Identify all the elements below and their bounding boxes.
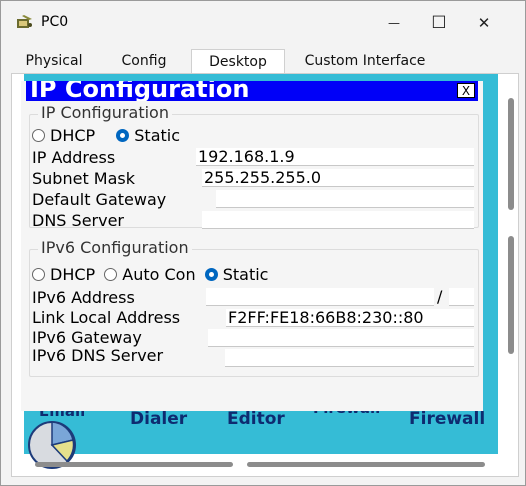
subnet-mask-label: Subnet Mask bbox=[32, 169, 136, 188]
ipv4-dhcp-radio[interactable] bbox=[32, 129, 45, 142]
close-button[interactable]: ✕ bbox=[461, 9, 507, 37]
ipv4-static-label: Static bbox=[134, 126, 181, 145]
ip-configuration-dialog: IP Configuration X IP Configuration DHCP… bbox=[21, 81, 483, 411]
ipv6-prefix-separator: / bbox=[437, 287, 443, 306]
minimize-button[interactable]: — bbox=[371, 9, 417, 37]
ipv6-dns-server-label: IPv6 DNS Server bbox=[32, 346, 164, 365]
window-title: PC0 bbox=[41, 14, 69, 30]
ipv6-dhcp-label: DHCP bbox=[50, 265, 96, 284]
minimize-icon: — bbox=[388, 16, 400, 30]
tab-desktop[interactable]: Desktop bbox=[191, 49, 285, 74]
ipv6-mode-radio-group: DHCP Auto Con Static bbox=[32, 265, 268, 284]
ipv6-address-label: IPv6 Address bbox=[32, 288, 135, 307]
ipv6-dhcp-radio[interactable] bbox=[32, 268, 45, 281]
ipv6-dhcp-option[interactable]: DHCP bbox=[32, 265, 95, 284]
ipv4-group-label: IP Configuration bbox=[38, 103, 172, 122]
ipv6-group-label: IPv6 Configuration bbox=[38, 238, 192, 257]
ipv4-static-option[interactable]: Static bbox=[116, 126, 180, 145]
ipv4-dhcp-label: DHCP bbox=[50, 126, 96, 145]
ipv6-autoconfig-radio[interactable] bbox=[104, 268, 118, 281]
ipv6-autoconfig-option[interactable]: Auto Con bbox=[104, 265, 196, 284]
ipv6-static-option[interactable]: Static bbox=[204, 265, 269, 284]
subnet-mask-field[interactable]: 255.255.255.0 bbox=[202, 169, 474, 187]
ip-address-label: IP Address bbox=[32, 148, 116, 167]
tab-custom-interface[interactable]: Custom Interface bbox=[287, 49, 443, 73]
default-gateway-label: Default Gateway bbox=[32, 190, 167, 209]
ipv6-gateway-label: IPv6 Gateway bbox=[32, 328, 142, 347]
ipv4-mode-radio-group: DHCP Static bbox=[32, 126, 180, 145]
ipv4-dhcp-option[interactable]: DHCP bbox=[32, 126, 95, 145]
close-icon: ✕ bbox=[477, 14, 491, 32]
title-bar[interactable]: PC0 — ☐ ✕ bbox=[1, 1, 525, 43]
ipv6-gateway-field[interactable] bbox=[208, 329, 474, 347]
vertical-scrollbar-thumb[interactable] bbox=[508, 236, 514, 354]
link-local-address-field[interactable]: 80::230:F2FF:FE18:66B8 bbox=[226, 309, 474, 327]
desktop-icon-editor-label[interactable]: Editor bbox=[227, 409, 285, 429]
desktop-icon-firewall-label[interactable]: Firewall bbox=[409, 409, 485, 429]
dns-server-field[interactable] bbox=[202, 211, 474, 229]
pc-app-icon bbox=[17, 15, 32, 28]
ipv6-address-field[interactable] bbox=[206, 288, 434, 306]
dialog-title-bar: IP Configuration X bbox=[26, 81, 478, 101]
horizontal-scrollbar-thumb[interactable] bbox=[247, 462, 485, 467]
ipv6-autoconfig-label: Auto Con bbox=[122, 265, 196, 284]
tab-config[interactable]: Config bbox=[101, 49, 187, 73]
maximize-button[interactable]: ☐ bbox=[416, 9, 462, 37]
pc0-window: PC0 — ☐ ✕ Physical Config Desktop Custom… bbox=[0, 0, 526, 486]
tab-physical[interactable]: Physical bbox=[9, 49, 99, 73]
ipv6-static-label: Static bbox=[222, 265, 269, 284]
ipv6-prefix-length-field[interactable] bbox=[449, 288, 474, 306]
default-gateway-field[interactable] bbox=[216, 190, 474, 208]
dialog-title: IP Configuration bbox=[30, 81, 250, 101]
link-local-address-label: Link Local Address bbox=[32, 308, 181, 327]
dns-server-label: DNS Server bbox=[32, 211, 124, 230]
tab-bar: Physical Config Desktop Custom Interface bbox=[9, 49, 517, 74]
horizontal-scrollbar-left[interactable] bbox=[35, 462, 233, 467]
vertical-scrollbar-top[interactable] bbox=[508, 98, 514, 210]
ipv4-static-radio[interactable] bbox=[116, 129, 130, 142]
desktop-icon-dialer-label[interactable]: Dialer bbox=[130, 409, 187, 429]
dialog-close-button[interactable]: X bbox=[457, 83, 475, 98]
maximize-icon: ☐ bbox=[431, 13, 447, 33]
ipv6-static-radio[interactable] bbox=[204, 268, 218, 281]
ipv6-dns-server-field[interactable] bbox=[225, 349, 474, 367]
ip-address-field[interactable]: 192.168.1.9 bbox=[196, 148, 474, 166]
